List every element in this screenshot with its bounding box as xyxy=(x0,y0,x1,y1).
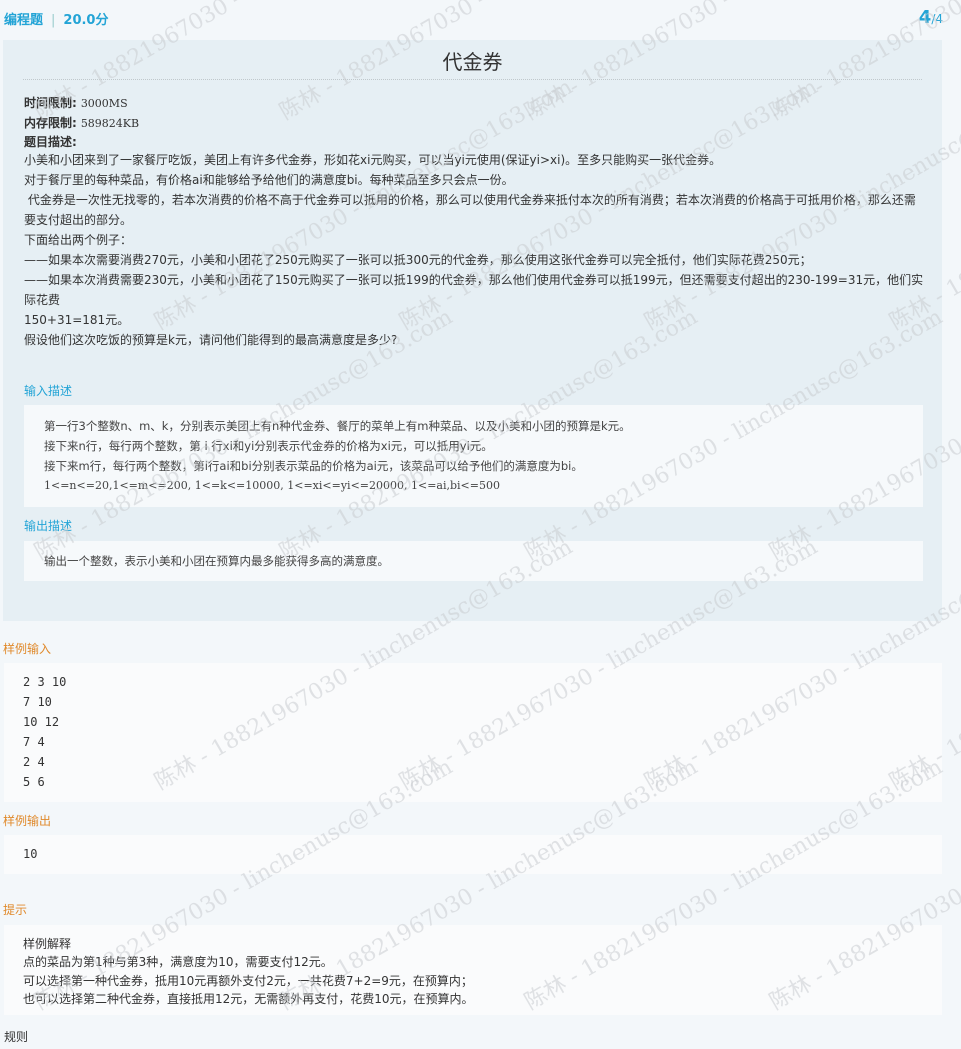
header-separator: | xyxy=(51,13,56,28)
hint-heading: 提示 xyxy=(3,903,28,917)
memory-limit-value: 589824KB xyxy=(80,117,140,130)
problem-title: 代金券 xyxy=(23,48,922,80)
sample-input-line: 7 4 xyxy=(23,735,45,749)
sample-input-line: 7 10 xyxy=(23,695,52,709)
output-description-box: 输出一个整数，表示小美和小团在预算内最多能获得多高的满意度。 xyxy=(24,541,923,581)
sample-input-line: 10 12 xyxy=(23,715,60,729)
output-line: 输出一个整数，表示小美和小团在预算内最多能获得多高的满意度。 xyxy=(44,554,389,568)
question-type: 编程题 | 20.0分 xyxy=(4,9,108,28)
description-line: 假设他们这次吃饭的预算是k元，请问他们能得到的最高满意度是多少? xyxy=(24,333,398,347)
description-line: 下面给出两个例子： xyxy=(24,233,133,247)
sample-input-line: 5 6 xyxy=(23,775,45,789)
memory-limit: 内存限制: 589824KB xyxy=(24,114,139,131)
sample-output-box: 10 xyxy=(4,835,942,874)
input-constraints: 1<=n<=20,1<=m<=200, 1<=k<=10000, 1<=xi<=… xyxy=(44,479,500,492)
input-description-box: 第一行3个整数n、m、k，分别表示美团上有n种代金券、餐厅的菜单上有m种菜品、以… xyxy=(24,405,923,507)
question-score: 20.0分 xyxy=(63,13,109,28)
question-type-label: 编程题 xyxy=(4,13,44,28)
input-line: 第一行3个整数n、m、k，分别表示美团上有n种代金券、餐厅的菜单上有m种菜品、以… xyxy=(44,419,631,433)
hint-line: 点的菜品为第1种与第3种，满意度为10，需要支付12元。 xyxy=(23,955,333,969)
description-label: 题目描述: xyxy=(24,135,77,149)
output-description-heading: 输出描述 xyxy=(24,519,73,533)
time-limit: 时间限制: 3000MS xyxy=(24,94,128,111)
description-line: 代金券是一次性无找零的，若本次消费的价格不高于代金券可以抵用的价格，那么可以使用… xyxy=(24,193,916,207)
memory-limit-label: 内存限制: xyxy=(24,116,77,130)
sample-output-line: 10 xyxy=(23,847,38,861)
hint-box: 样例解释 点的菜品为第1种与第3种，满意度为10，需要支付12元。 可以选择第一… xyxy=(4,925,942,1015)
problem-description: 小美和小团来到了一家餐厅吃饭，美团上有许多代金券，形如花xi元购买，可以当yi元… xyxy=(24,150,924,350)
input-line: 接下来m行，每行两个整数，第i行ai和bi分别表示菜品的价格为ai元，该菜品可以… xyxy=(44,459,583,473)
input-line: 接下来n行，每行两个整数，第 i 行xi和yi分别表示代金券的价格为xi元，可以… xyxy=(44,439,493,453)
description-heading: 题目描述: xyxy=(24,133,77,150)
sample-output-heading: 样例输出 xyxy=(3,814,52,828)
description-line: ——如果本次消费需要230元，小美和小团花了150元购买了一张可以抵199的代金… xyxy=(24,273,924,307)
total-pages: /4 xyxy=(931,12,943,26)
description-line: 小美和小团来到了一家餐厅吃饭，美团上有许多代金券，形如花xi元购买，可以当yi元… xyxy=(24,153,722,167)
problem-panel: 代金券 时间限制: 3000MS 内存限制: 589824KB 题目描述: 小美和小… xyxy=(3,40,942,621)
sample-input-line: 2 4 xyxy=(23,755,45,769)
question-header: 编程题 | 20.0分 4/4 xyxy=(0,0,961,36)
description-line: ——如果本次需要消费270元，小美和小团花了250元购买了一张可以抵300元的代… xyxy=(24,253,812,267)
hint-line: 也可以选择第二种代金券，直接抵用12元，无需额外再支付，花费10元，在预算内。 xyxy=(23,992,474,1006)
time-limit-value: 3000MS xyxy=(80,97,128,110)
hint-line: 样例解释 xyxy=(23,937,72,951)
current-page: 4 xyxy=(918,7,932,28)
time-limit-label: 时间限制: xyxy=(24,96,77,110)
sample-input-heading: 样例输入 xyxy=(3,642,52,656)
description-line: 对于餐厅里的每种菜品，有价格ai和能够给予给他们的满意度bi。每种菜品至多只会点… xyxy=(24,173,514,187)
hint-line: 可以选择第一种代金券，抵用10元再额外支付2元，一共花费7+2=9元，在预算内； xyxy=(23,974,473,988)
description-line: 150+31=181元。 xyxy=(24,313,130,327)
sample-input-line: 2 3 10 xyxy=(23,675,67,689)
input-description-heading: 输入描述 xyxy=(24,384,73,398)
description-line: 要支付超出的部分。 xyxy=(24,213,133,227)
sample-input-box: 2 3 10 7 10 10 12 7 4 2 4 5 6 xyxy=(4,663,942,802)
question-pager[interactable]: 4/4 xyxy=(919,7,943,28)
rules-heading: 规则 xyxy=(4,1030,29,1044)
